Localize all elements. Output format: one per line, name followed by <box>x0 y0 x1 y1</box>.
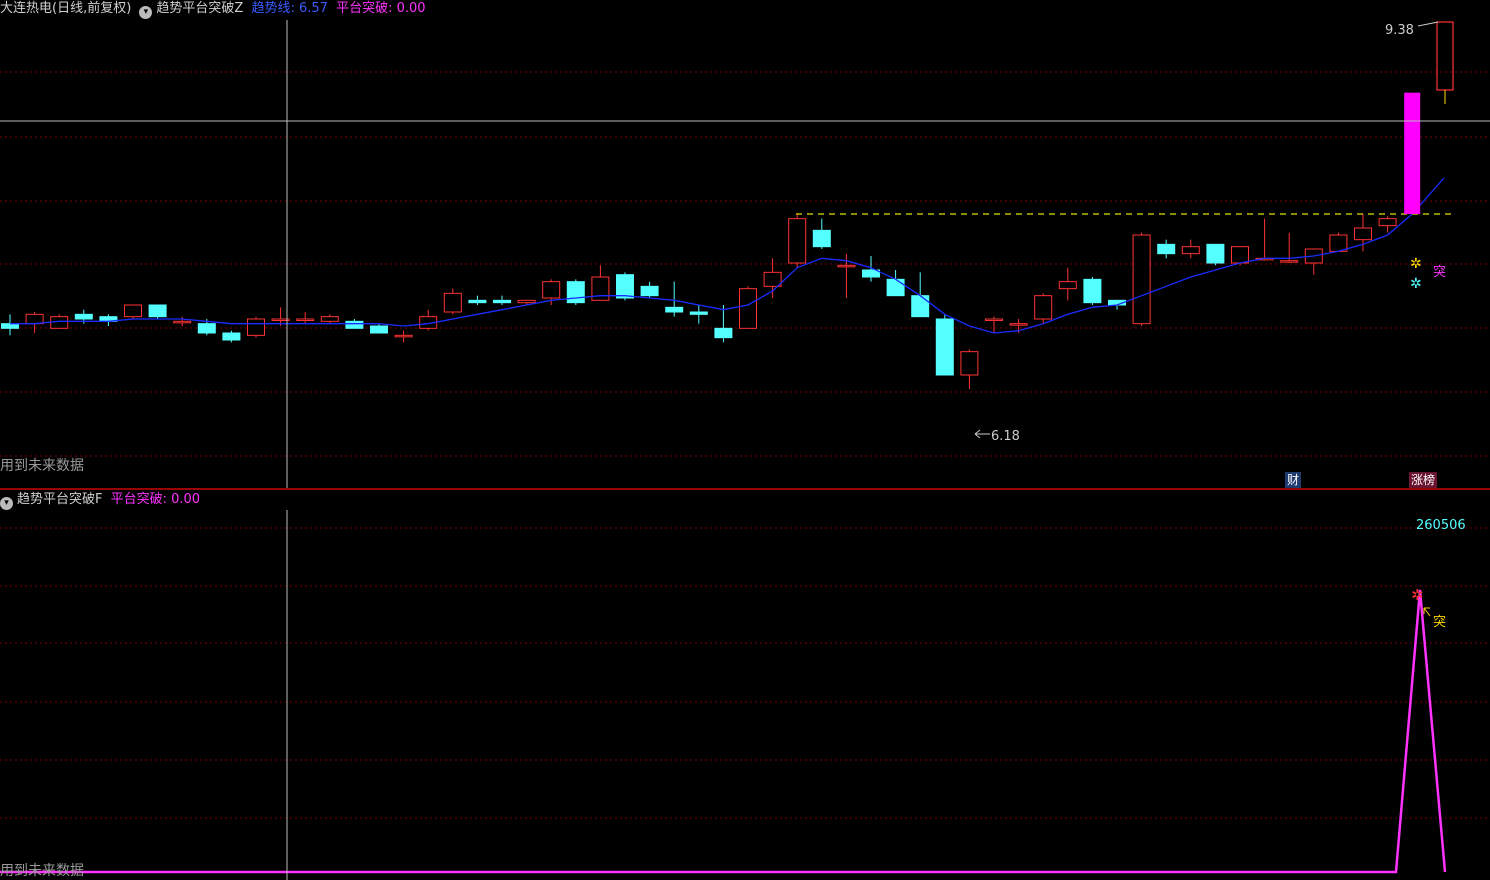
candle-body <box>443 292 462 313</box>
butterfly-icon-top: ✲ ✲ 突 <box>1410 256 1446 292</box>
candle-body <box>837 264 856 268</box>
min-price-marker: 6.18 <box>974 429 1020 444</box>
candle-body <box>763 271 782 287</box>
candle-body <box>616 274 634 299</box>
max-price-marker: 9.38 <box>1385 21 1439 38</box>
finance-badge[interactable]: 财 <box>1285 472 1302 488</box>
candle-body <box>124 304 142 318</box>
upper-candle <box>1436 21 1454 91</box>
candle-body <box>197 323 216 334</box>
indicator-name-top[interactable]: 趋势平台突破Z <box>156 1 243 16</box>
candle-body <box>468 299 487 304</box>
limit-up-bar <box>1404 21 1454 214</box>
chevron-down-icon[interactable]: ▾ <box>0 497 13 510</box>
candle-body <box>222 332 241 341</box>
candle-body <box>148 304 167 318</box>
limit-up-candle <box>1404 92 1421 214</box>
stock-title: 大连热电(日线,前复权) <box>0 1 132 16</box>
candle-body <box>1181 246 1200 255</box>
candle-body <box>886 278 905 297</box>
chart-grid <box>0 71 1490 819</box>
future-data-warning-bottom: 用到未来数据 <box>0 863 84 879</box>
candle-body <box>542 281 561 299</box>
candle-body <box>370 325 388 334</box>
candle-body <box>714 327 733 339</box>
limit-up-badge[interactable]: 涨榜 <box>1409 472 1438 488</box>
candle-body <box>665 306 684 313</box>
candle-body <box>25 313 44 325</box>
min-price-label: 6.18 <box>991 429 1020 444</box>
breakout-marker-top: 突 <box>1433 264 1446 280</box>
trend-value: 趋势线: 6.57 <box>251 1 328 16</box>
indicator-name-bottom[interactable]: 趋势平台突破F <box>17 492 102 507</box>
breakout-marker-bottom: 突 <box>1433 614 1446 630</box>
candle-body <box>1280 260 1299 263</box>
candle-body <box>911 295 930 318</box>
candle-body <box>1329 234 1348 252</box>
top-panel-header: 大连热电(日线,前复权) ▾ 趋势平台突破Z 趋势线: 6.57 平台突破: 0.… <box>0 0 430 19</box>
max-price-label: 9.38 <box>1385 23 1414 38</box>
candle-body <box>493 299 511 304</box>
candle-body <box>1157 243 1176 255</box>
candle-body <box>345 320 364 329</box>
candle-body <box>296 318 315 321</box>
butterfly-icon: ✲ <box>1410 256 1422 272</box>
candle-body <box>517 299 536 304</box>
candle-body <box>689 311 708 315</box>
candle-body <box>1009 323 1028 326</box>
breakout-value-bottom: 平台突破: 0.00 <box>110 492 201 507</box>
candle-body <box>1206 243 1225 264</box>
candle-body <box>739 288 757 329</box>
date-label: 260506 <box>1416 518 1466 533</box>
candle-body <box>640 285 659 297</box>
butterfly-icon-2: ✲ <box>1410 276 1422 292</box>
candle-body <box>1132 234 1151 325</box>
breakout-signal-line <box>0 589 1447 874</box>
candle-body <box>1231 246 1249 264</box>
candle-body <box>1378 218 1397 227</box>
candle-body <box>960 351 979 376</box>
candle-body <box>812 229 831 248</box>
candle-body <box>247 318 265 336</box>
candlestick-series <box>1 214 1397 389</box>
breakout-signal-path <box>0 589 1447 874</box>
candle-body <box>788 218 807 264</box>
candle-body <box>1 323 19 329</box>
candle-body <box>1034 295 1053 320</box>
candle-body <box>173 320 192 324</box>
candle-body <box>74 313 93 320</box>
chevron-down-icon[interactable]: ▾ <box>139 6 153 19</box>
candle-body <box>394 334 413 338</box>
star-icon: ✲ <box>1411 586 1424 604</box>
bottom-panel-header: ▾ 趋势平台突破F 平台突破: 0.00 <box>0 491 204 510</box>
breakout-value-top: 平台突破: 0.00 <box>336 1 426 16</box>
candle-body <box>1083 278 1102 304</box>
candle-body <box>320 316 339 322</box>
future-data-warning-top: 用到未来数据 <box>0 458 84 474</box>
candle-body <box>935 318 954 376</box>
candle-body <box>1058 281 1077 290</box>
candle-body <box>566 281 585 304</box>
candle-body <box>1354 227 1372 241</box>
candle-body <box>985 318 1003 321</box>
stock-chart[interactable]: 9.38 6.18 ✲ ✲ 突 ✲ 突 260506 <box>0 0 1490 880</box>
